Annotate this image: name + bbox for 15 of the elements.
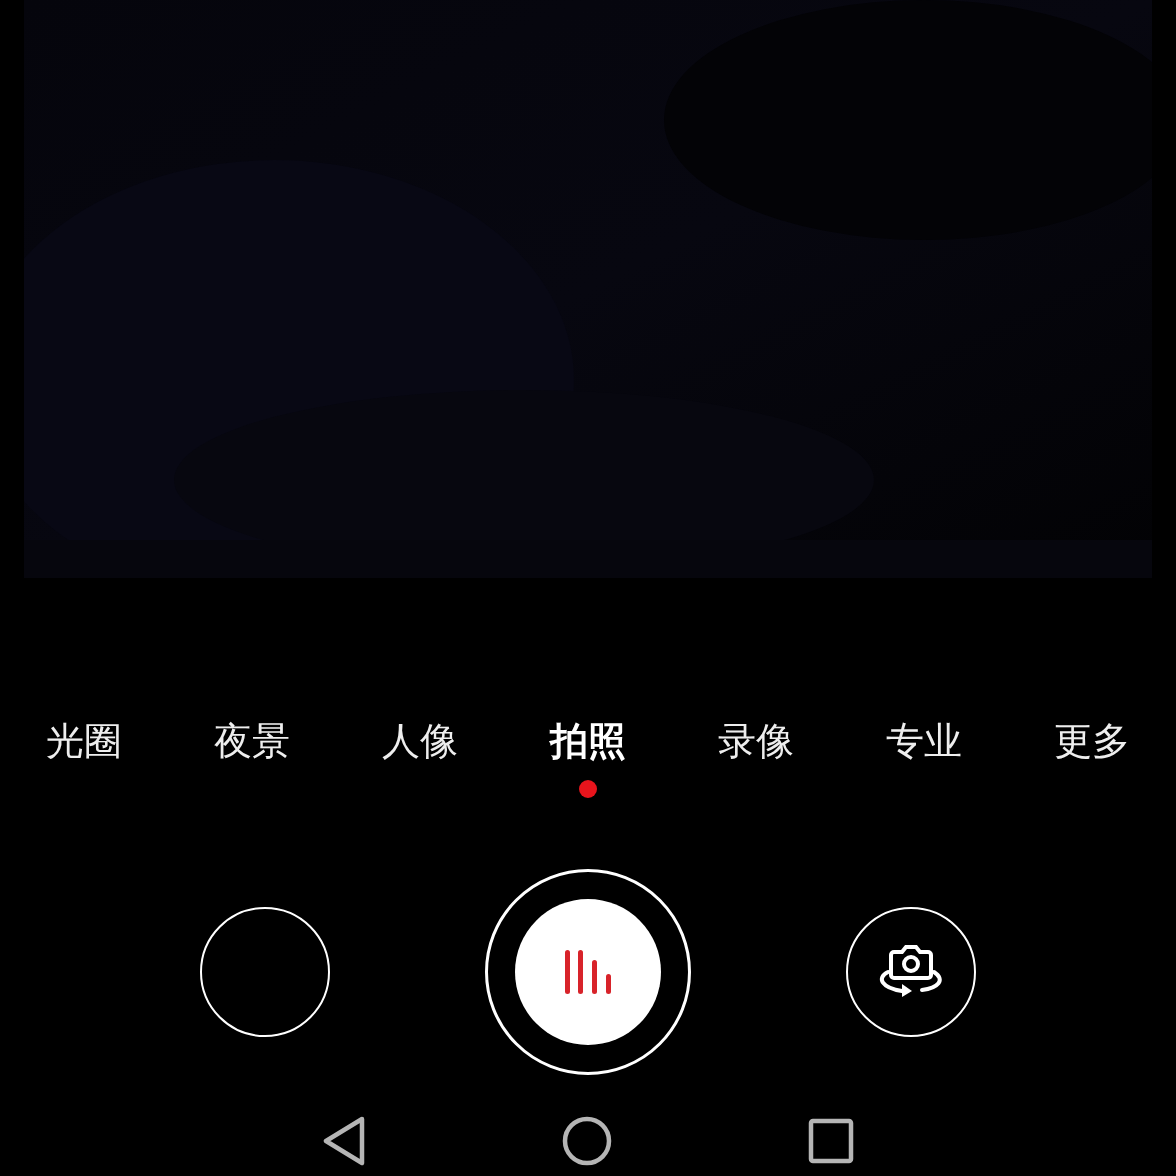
mode-tab[interactable]: 拍照	[550, 718, 626, 764]
mode-tab[interactable]: 录像	[718, 718, 794, 764]
back-icon[interactable]	[322, 1116, 366, 1166]
home-icon[interactable]	[562, 1116, 612, 1166]
mode-tab[interactable]: 更多	[1054, 718, 1130, 764]
recents-icon[interactable]	[808, 1118, 854, 1164]
mode-tab[interactable]: 夜景	[214, 718, 290, 764]
mode-tab[interactable]: 人像	[382, 718, 458, 764]
gallery-thumbnail[interactable]	[200, 907, 330, 1037]
shutter-button[interactable]	[485, 869, 691, 1075]
mode-tab[interactable]: 专业	[886, 718, 962, 764]
mode-tab[interactable]: 光圈	[46, 718, 122, 764]
sound-bars-icon	[565, 950, 611, 994]
switch-camera-button[interactable]	[846, 907, 976, 1037]
selected-indicator-dot	[579, 780, 597, 798]
